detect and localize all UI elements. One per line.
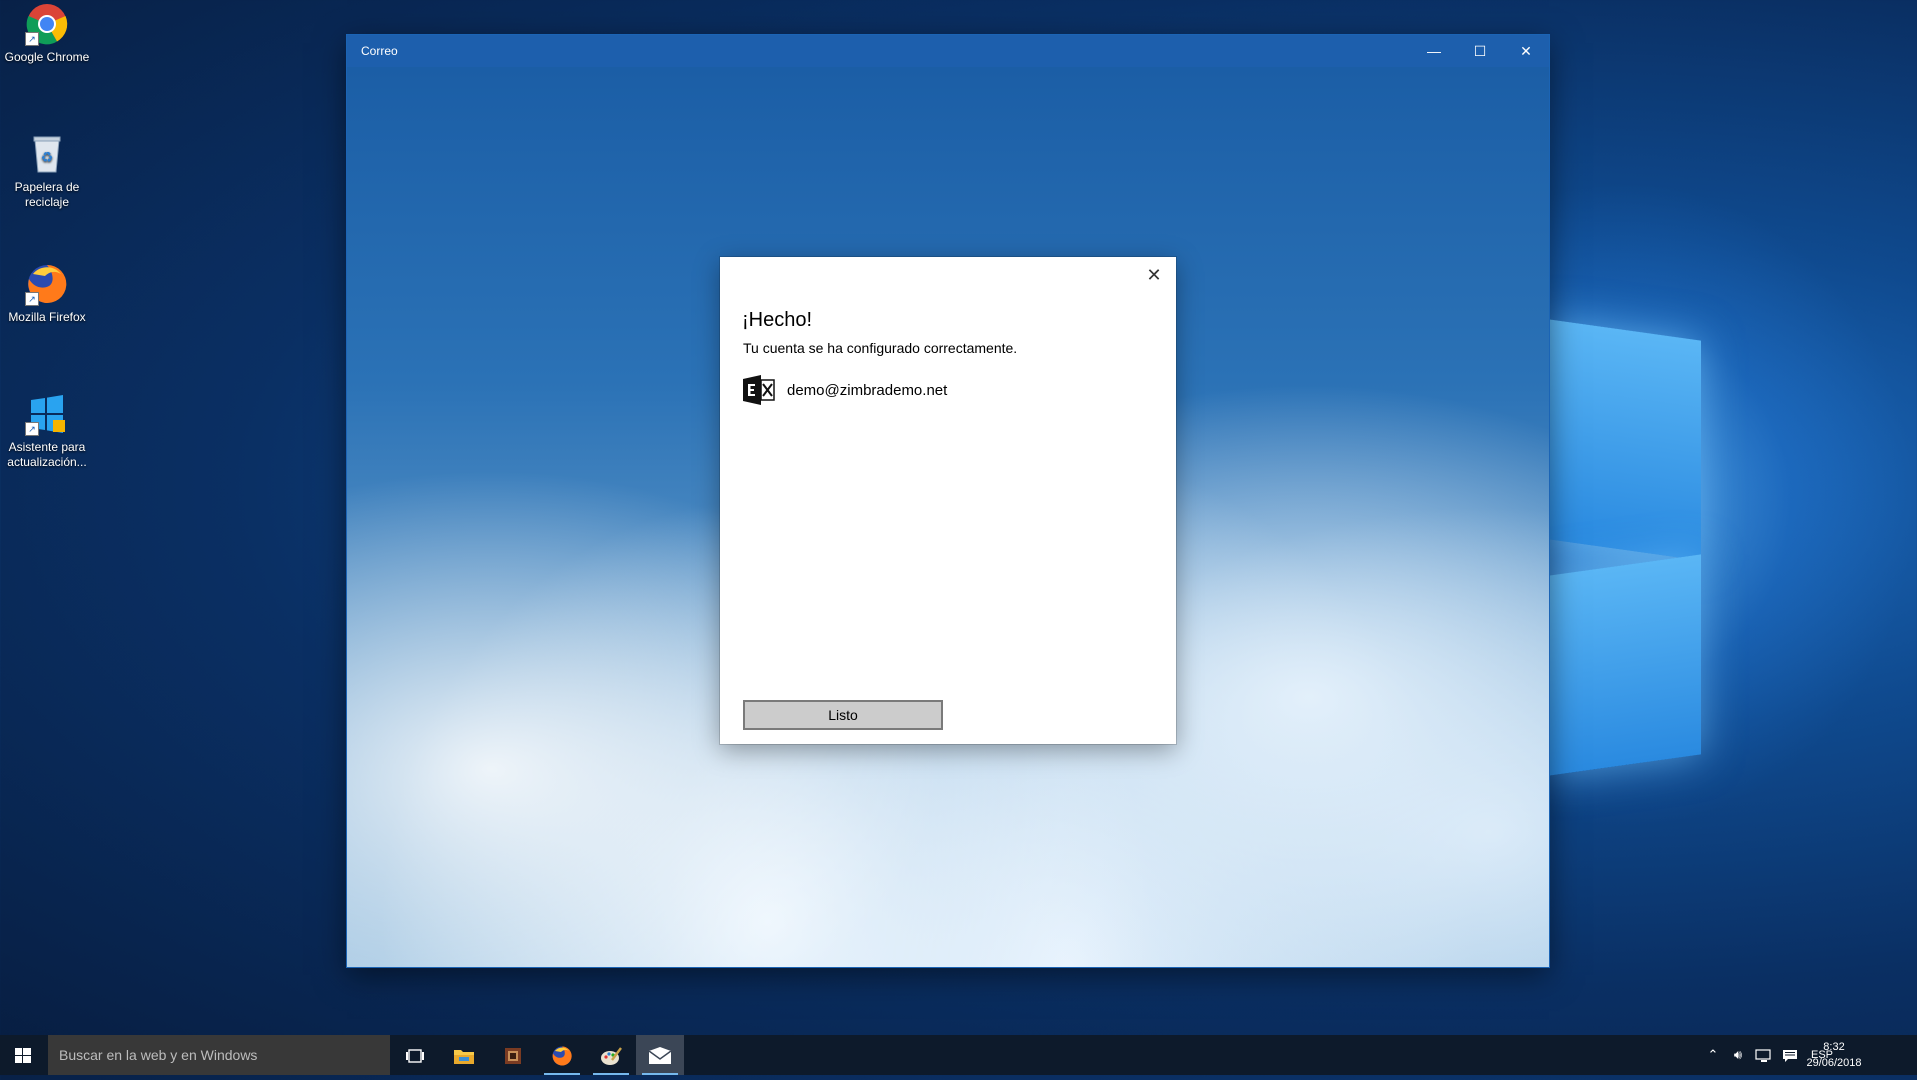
start-button[interactable]	[0, 1035, 46, 1075]
file-explorer-icon	[454, 1050, 474, 1065]
svg-text:♻: ♻	[41, 150, 54, 166]
shortcut-arrow-icon: ↗	[25, 292, 39, 306]
close-icon: ✕	[1520, 43, 1532, 59]
done-button[interactable]: Listo	[743, 700, 943, 730]
volume-icon: 🔊︎	[1733, 1047, 1743, 1062]
network-button[interactable]	[1752, 1035, 1776, 1075]
shortcut-arrow-icon: ↗	[25, 422, 39, 436]
desktop-icon-label: Papelera de reciclaje	[14, 180, 80, 209]
taskbar: Buscar en la web y en Windows ⌃ 🔊︎ ESP 8…	[0, 1035, 1917, 1075]
desktop-icon-label: Google Chrome	[4, 50, 90, 64]
wallpaper-pane-top-left	[1549, 319, 1701, 561]
dialog-close-button[interactable]: ✕	[1142, 263, 1166, 287]
maximize-button[interactable]: ☐	[1457, 35, 1503, 67]
minimize-icon: —	[1427, 43, 1441, 59]
app-icon	[505, 1048, 521, 1065]
shortcut-arrow-icon: ↗	[25, 32, 39, 46]
firefox-icon: ↗	[25, 262, 69, 306]
account-row: demo@zimbrademo.net	[743, 374, 947, 406]
message-icon	[1783, 1049, 1797, 1062]
chrome-icon: ↗	[25, 2, 69, 46]
volume-button[interactable]: 🔊︎	[1726, 1035, 1750, 1075]
exchange-icon	[743, 375, 775, 405]
desktop-icon-chrome[interactable]: ↗ Google Chrome	[2, 2, 92, 65]
taskbar-paint[interactable]	[587, 1035, 635, 1075]
dialog-subtitle: Tu cuenta se ha configurado correctament…	[743, 340, 1018, 356]
clock-button[interactable]: 8:32 29/06/2018	[1799, 1039, 1869, 1071]
dialog-heading: ¡Hecho!	[742, 309, 813, 331]
paint-icon	[601, 1047, 622, 1066]
show-desktop-button[interactable]	[1881, 1035, 1905, 1075]
windows-update-assistant-icon: ↗	[25, 392, 69, 436]
desktop-icon-label: Asistente para actualización...	[7, 440, 87, 469]
account-setup-dialog: ✕ ¡Hecho! Tu cuenta se ha configurado co…	[720, 257, 1176, 744]
close-window-button[interactable]: ✕	[1503, 35, 1549, 67]
taskbar-app[interactable]	[489, 1035, 537, 1075]
windows-logo-icon	[15, 1048, 31, 1063]
firefox-icon	[552, 1046, 572, 1066]
taskbar-firefox[interactable]	[538, 1035, 586, 1075]
task-view-button[interactable]	[391, 1035, 439, 1075]
minimize-button[interactable]: —	[1411, 35, 1457, 67]
taskbar-mail[interactable]	[636, 1035, 684, 1075]
wallpaper-pane-bottom-left	[1549, 554, 1701, 776]
close-icon: ✕	[1146, 265, 1162, 285]
desktop-icon-label: Mozilla Firefox	[8, 310, 86, 324]
window-titlebar[interactable]: Correo — ☐ ✕	[347, 35, 1549, 67]
maximize-icon: ☐	[1473, 43, 1487, 59]
clock-time: 8:32	[1823, 1041, 1845, 1053]
window-title: Correo	[361, 44, 398, 58]
desktop-icon-recycle-bin[interactable]: ♻ Papelera de reciclaje	[2, 132, 92, 210]
mail-icon	[648, 1047, 672, 1065]
recycle-bin-icon: ♻	[25, 132, 69, 176]
task-view-icon	[406, 1049, 424, 1063]
taskbar-search-box[interactable]: Buscar en la web y en Windows	[48, 1035, 390, 1075]
desktop-icon-firefox[interactable]: ↗ Mozilla Firefox	[2, 262, 92, 325]
network-icon	[1755, 1048, 1771, 1062]
taskbar-file-explorer[interactable]	[440, 1035, 488, 1075]
clock-date: 29/06/2018	[1806, 1057, 1862, 1069]
tray-overflow-button[interactable]: ⌃	[1703, 1035, 1723, 1075]
account-email: demo@zimbrademo.net	[787, 381, 948, 399]
desktop-icon-update-assistant[interactable]: ↗ Asistente para actualización...	[2, 392, 92, 470]
chevron-up-icon: ⌃	[1707, 1047, 1719, 1062]
